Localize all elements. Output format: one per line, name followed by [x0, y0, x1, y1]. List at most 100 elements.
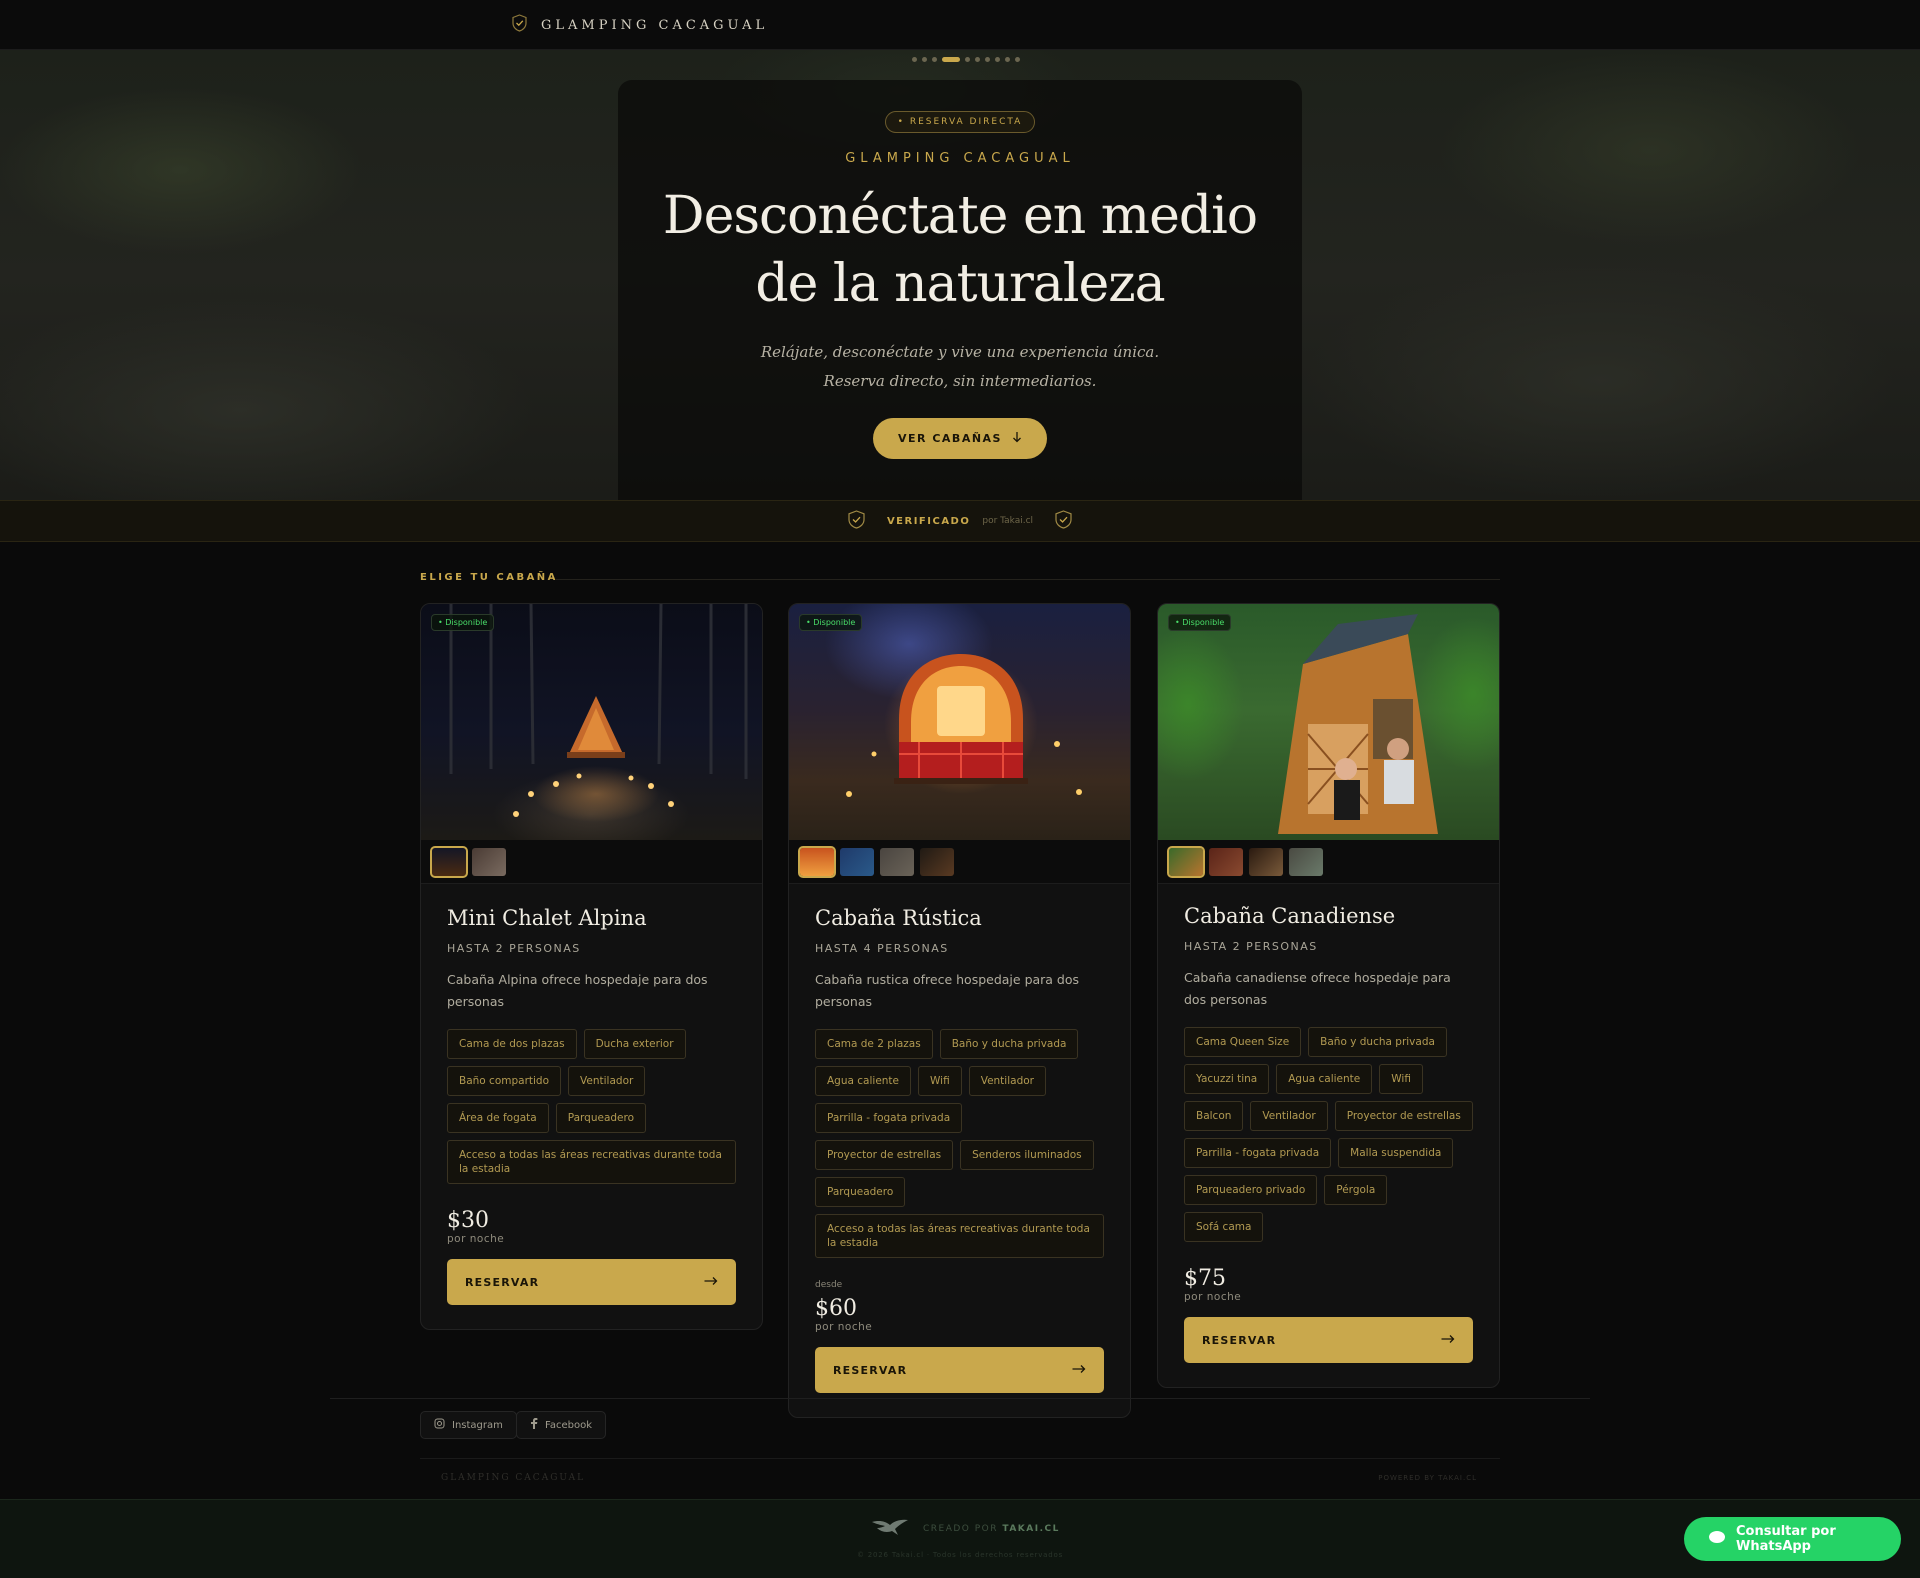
- carousel-dot[interactable]: [1005, 57, 1010, 62]
- hero-carousel-dots: [912, 57, 1020, 62]
- cabin-price: $30: [447, 1208, 489, 1233]
- cabin-card-canadiense: • Disponible Cabaña Canadiense HASTA 2 P…: [1157, 603, 1500, 1388]
- shield-check-icon: [848, 509, 865, 533]
- view-cabins-button[interactable]: VER CABAÑAS: [873, 418, 1047, 459]
- rustic-wagon-illustration: [846, 654, 1082, 797]
- thumbnail[interactable]: [1209, 847, 1243, 876]
- amenity-tag: Wifi: [1379, 1064, 1423, 1094]
- created-by-brand: TAKAI.CL: [1002, 1524, 1060, 1534]
- cabin-image[interactable]: • Disponible: [421, 604, 762, 840]
- hero-title: Desconéctate en medio de la naturaleza: [618, 182, 1302, 318]
- verified-label: VERIFICADO: [886, 515, 971, 527]
- section-divider: [556, 579, 1500, 580]
- reserve-label: RESERVAR: [833, 1363, 908, 1377]
- amenity-tag: Agua caliente: [815, 1066, 912, 1096]
- footer-powered-by[interactable]: POWERED BY TAKAI.CL: [1378, 1474, 1477, 1482]
- thumbnail-strip: [789, 840, 1130, 884]
- facebook-link[interactable]: Facebook: [516, 1411, 606, 1439]
- hero-subtitle: GLAMPING CACAGUAL: [845, 151, 1075, 166]
- carousel-dot[interactable]: [985, 57, 990, 62]
- footer-divider: [330, 1398, 1590, 1399]
- arrow-down-icon: [1012, 431, 1022, 446]
- reserve-label: RESERVAR: [1202, 1333, 1277, 1347]
- verified-by[interactable]: por Takai.cl: [982, 516, 1033, 526]
- cabin-description: Cabaña Alpina ofrece hospedaje para dos …: [447, 972, 708, 1009]
- reserve-button[interactable]: RESERVAR: [1184, 1317, 1473, 1363]
- shield-logo-icon: [512, 14, 527, 36]
- whatsapp-button[interactable]: Consultar por WhatsApp: [1684, 1517, 1901, 1561]
- carousel-dot[interactable]: [932, 57, 937, 62]
- price-from-label: desde: [815, 1280, 843, 1290]
- amenity-tag: Baño y ducha privada: [939, 1029, 1079, 1059]
- availability-badge: • Disponible: [799, 614, 863, 631]
- amenity-tag: Cama de dos plazas: [447, 1029, 577, 1059]
- carousel-dot[interactable]: [1015, 57, 1020, 62]
- created-by-prefix: CREADO POR: [923, 1524, 999, 1534]
- carousel-dot[interactable]: [995, 57, 1000, 62]
- creator-bar: CREADO POR TAKAI.CL © 2026 Takai.cl · To…: [0, 1499, 1920, 1578]
- carousel-dot[interactable]: [942, 57, 960, 62]
- carousel-dot[interactable]: [975, 57, 980, 62]
- copyright: © 2026 Takai.cl · Todos los derechos res…: [856, 1551, 1064, 1559]
- thumbnail[interactable]: [1249, 847, 1283, 876]
- cabin-description: Cabaña rustica ofrece hospedaje para dos…: [815, 972, 1080, 1009]
- cabin-description: Cabaña canadiense ofrece hospedaje para …: [1184, 970, 1451, 1007]
- thumbnail[interactable]: [472, 847, 506, 876]
- shield-check-icon: [1055, 509, 1072, 533]
- amenity-tag: Área de fogata: [447, 1103, 549, 1133]
- instagram-icon: [434, 1418, 445, 1432]
- per-night-label: por noche: [447, 1233, 505, 1245]
- amenity-tag: Pérgola: [1324, 1175, 1388, 1205]
- amenity-tag: Ducha exterior: [583, 1029, 686, 1059]
- amenity-tag: Baño y ducha privada: [1308, 1027, 1447, 1057]
- arrow-right-icon: [1072, 1364, 1086, 1377]
- amenity-tag: Parrilla - fogata privada: [1184, 1138, 1332, 1168]
- carousel-dot[interactable]: [965, 57, 970, 62]
- cabin-card-rustica: • Disponible Cabaña Rústica HASTA 4 PERS…: [788, 603, 1131, 1418]
- cabin-card-alpina: • Disponible Mini Chalet Alpina HASTA 2 …: [420, 603, 763, 1330]
- thumbnail[interactable]: [798, 845, 836, 878]
- created-by[interactable]: CREADO POR TAKAI.CL: [871, 1516, 1060, 1542]
- hero-desc-line1: Relájate, desconéctate y vive una experi…: [760, 343, 1160, 361]
- nav-brand[interactable]: GLAMPING CACAGUAL: [512, 14, 768, 36]
- top-nav: GLAMPING CACAGUAL: [0, 0, 1920, 50]
- amenity-tag: Baño compartido: [447, 1066, 562, 1096]
- thumbnail-strip: [421, 840, 762, 884]
- thumbnail[interactable]: [430, 845, 468, 878]
- thumbnail[interactable]: [1289, 847, 1323, 876]
- section-label: ELIGE TU CABAÑA: [420, 572, 558, 583]
- amenity-tags: Cama de dos plazas Ducha exterior Baño c…: [447, 1029, 736, 1184]
- thumbnail[interactable]: [920, 847, 954, 876]
- per-night-label: por noche: [815, 1321, 873, 1333]
- footer-divider-secondary: [420, 1458, 1500, 1459]
- direct-booking-pill: • RESERVA DIRECTA: [884, 111, 1036, 133]
- arrow-right-icon: [704, 1276, 718, 1289]
- cabin-image[interactable]: • Disponible: [789, 604, 1130, 840]
- instagram-label: Instagram: [452, 1419, 503, 1431]
- carousel-dot[interactable]: [912, 57, 917, 62]
- facebook-icon: [530, 1418, 538, 1432]
- reserve-button[interactable]: RESERVAR: [815, 1347, 1104, 1393]
- thumbnail[interactable]: [840, 847, 874, 876]
- cabin-title: Cabaña Rústica: [815, 906, 982, 930]
- created-by-text: CREADO POR TAKAI.CL: [923, 1524, 1060, 1534]
- hero-card: • RESERVA DIRECTA GLAMPING CACAGUAL Desc…: [618, 80, 1302, 500]
- amenity-tag: Cama Queen Size: [1184, 1027, 1302, 1057]
- thumbnail[interactable]: [1167, 845, 1205, 878]
- amenity-tag: Parrilla - fogata privada: [815, 1103, 963, 1133]
- amenity-tag: Balcon: [1184, 1101, 1244, 1131]
- hero-description: Relájate, desconéctate y vive una experi…: [618, 338, 1302, 396]
- hero-section: • RESERVA DIRECTA GLAMPING CACAGUAL Desc…: [0, 50, 1920, 500]
- instagram-link[interactable]: Instagram: [420, 1411, 517, 1439]
- per-night-label: por noche: [1184, 1291, 1242, 1303]
- thumbnail[interactable]: [880, 847, 914, 876]
- chat-bubble-icon: [1708, 1530, 1726, 1548]
- reserve-label: RESERVAR: [465, 1275, 540, 1289]
- cabin-title: Cabaña Canadiense: [1184, 904, 1396, 928]
- amenity-tag: Parqueadero privado: [1184, 1175, 1318, 1205]
- amenity-tag: Cama de 2 plazas: [815, 1029, 933, 1059]
- carousel-dot[interactable]: [922, 57, 927, 62]
- reserve-button[interactable]: RESERVAR: [447, 1259, 736, 1305]
- amenity-tag: Sofá cama: [1184, 1212, 1264, 1242]
- cabin-image[interactable]: • Disponible: [1158, 604, 1499, 840]
